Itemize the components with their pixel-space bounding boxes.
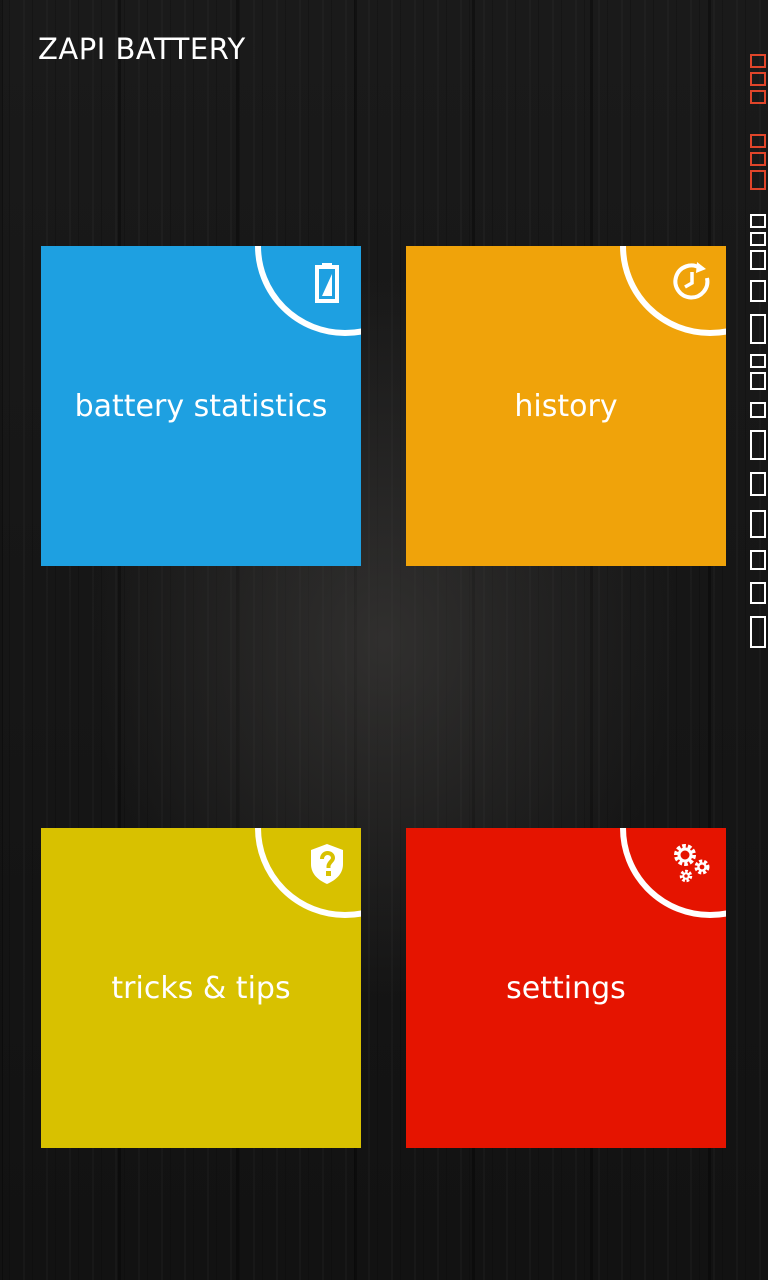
- status-mark: [750, 430, 766, 460]
- status-mark: [750, 510, 766, 538]
- status-mark: [750, 72, 766, 86]
- status-mark: [750, 280, 766, 302]
- history-label: history: [514, 389, 618, 424]
- status-mark: [750, 214, 766, 228]
- status-mark: [750, 372, 766, 390]
- status-mark: [750, 134, 766, 148]
- status-mark: [750, 250, 766, 270]
- status-mark: [750, 550, 766, 570]
- gears-icon: [674, 844, 710, 883]
- status-mark: [750, 472, 766, 496]
- status-mark: [750, 170, 766, 190]
- status-mark: [750, 616, 766, 648]
- history-tile[interactable]: history: [406, 246, 726, 566]
- battery-statistics-label: battery statistics: [74, 389, 328, 424]
- status-mark: [750, 90, 766, 104]
- battery-statistics-tile[interactable]: battery statistics: [41, 246, 361, 566]
- clock-history-icon: [673, 262, 710, 300]
- tricks-tips-tile[interactable]: tricks & tips: [41, 828, 361, 1148]
- shield-question-icon: [311, 844, 343, 884]
- status-indicator-strip: [748, 52, 768, 652]
- status-mark: [750, 354, 766, 368]
- status-mark: [750, 232, 766, 246]
- status-mark: [750, 314, 766, 344]
- status-mark: [750, 582, 766, 604]
- tricks-tips-label: tricks & tips: [111, 971, 291, 1006]
- app-title: ZAPI BATTERY: [38, 32, 246, 66]
- status-mark: [750, 54, 766, 68]
- battery-icon: [315, 263, 339, 303]
- settings-tile[interactable]: settings: [406, 828, 726, 1148]
- settings-label: settings: [506, 971, 626, 1006]
- status-mark: [750, 402, 766, 418]
- status-mark: [750, 152, 766, 166]
